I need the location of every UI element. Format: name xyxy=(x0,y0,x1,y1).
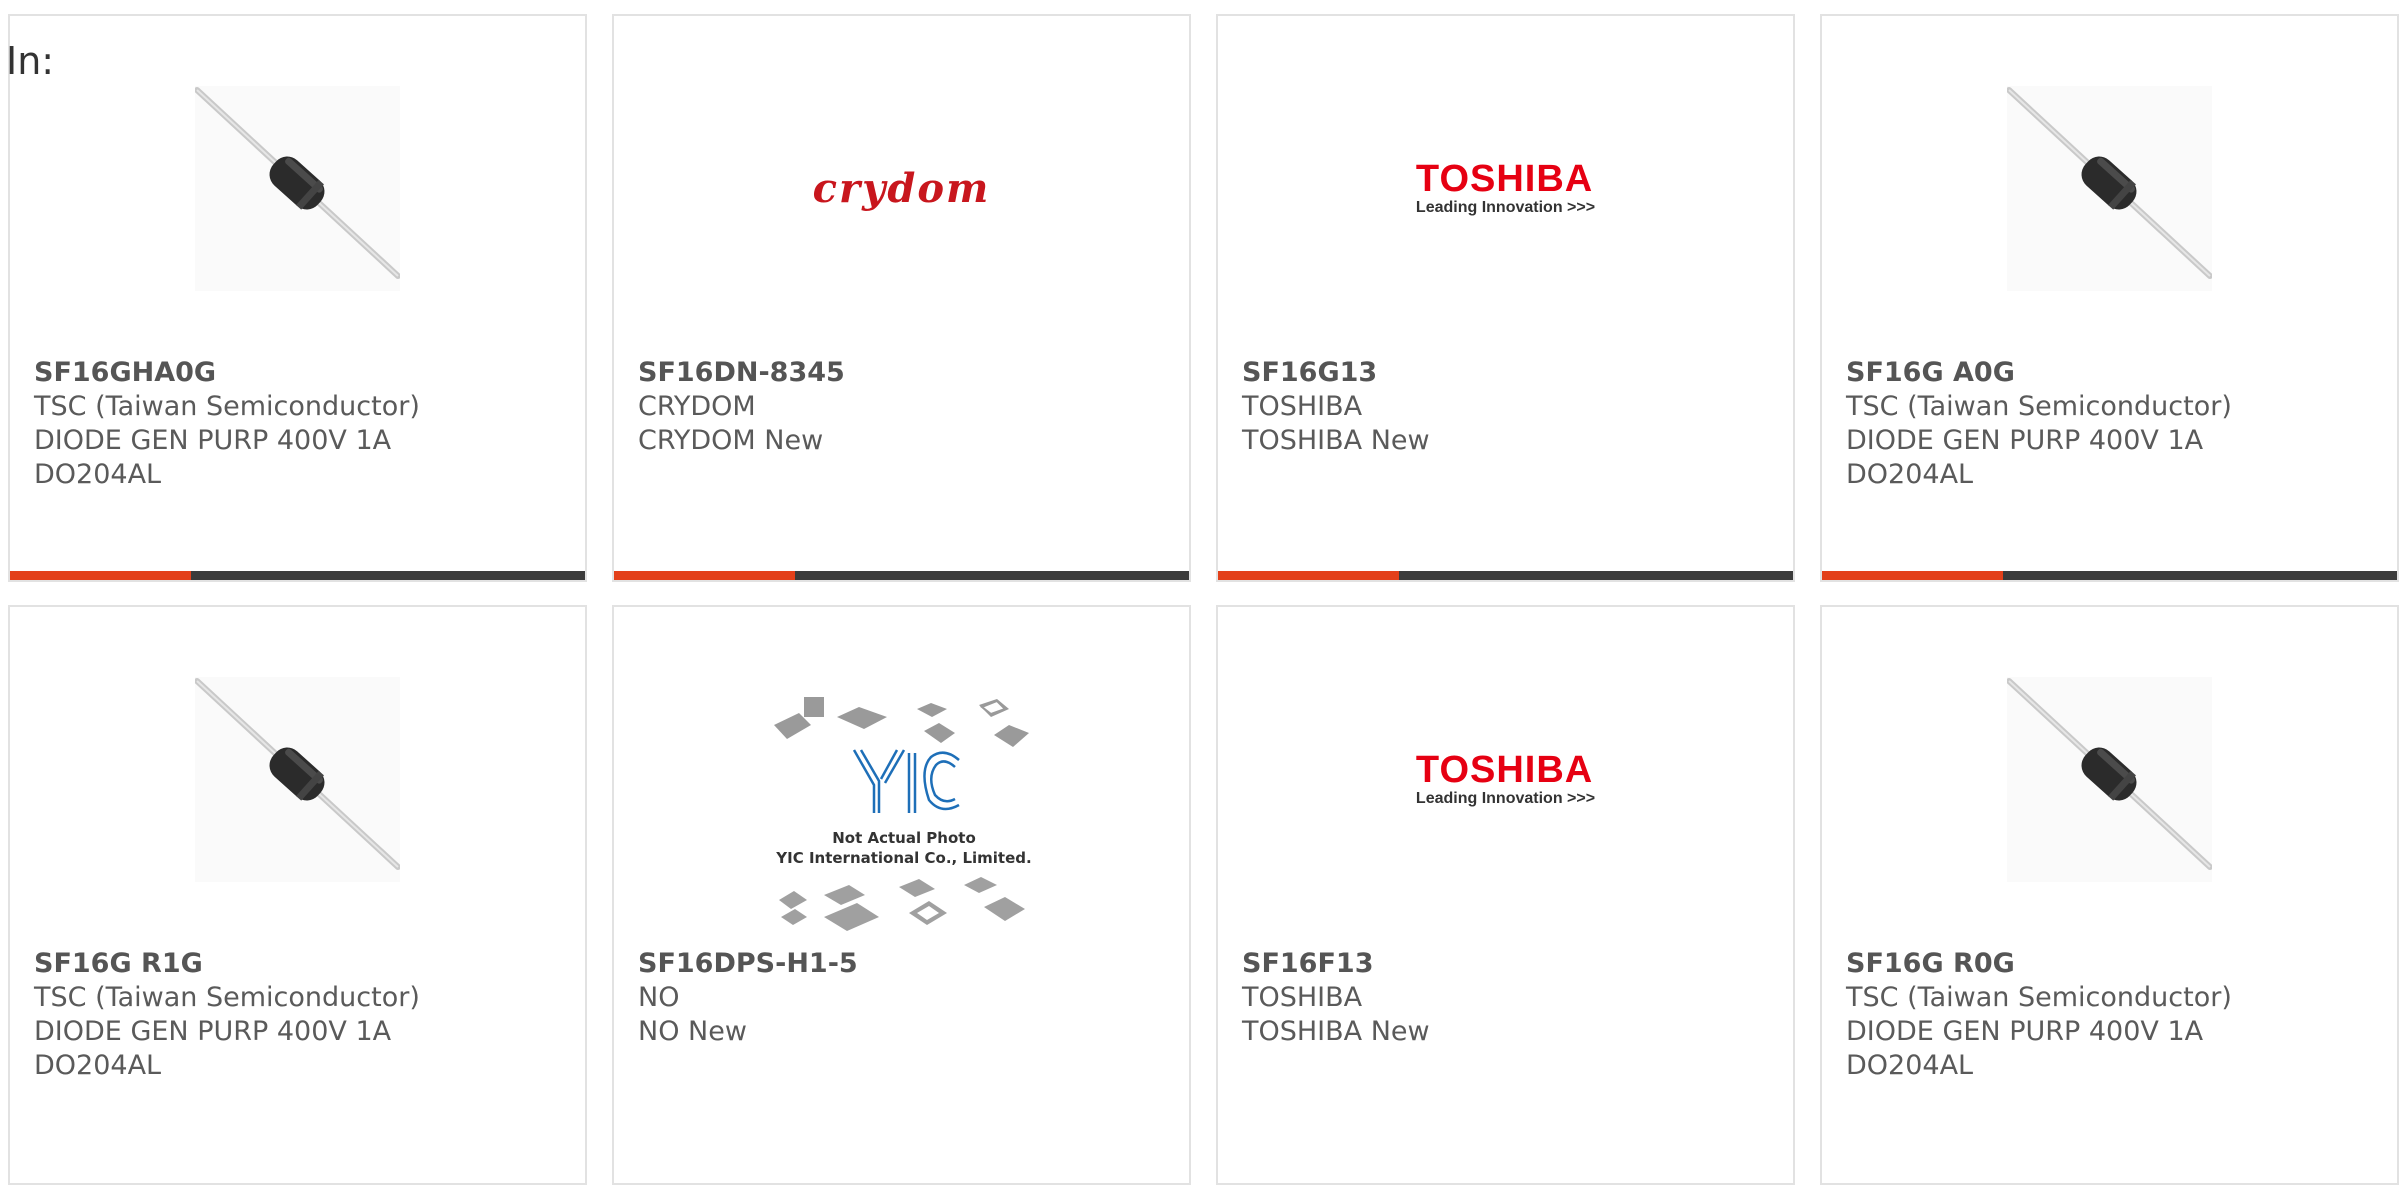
product-card[interactable]: SF16G R1G TSC (Taiwan Semiconductor) DIO… xyxy=(8,605,587,1185)
product-card[interactable]: SF16G R0G TSC (Taiwan Semiconductor) DIO… xyxy=(1820,605,2399,1185)
yic-placeholder-image: Not Actual Photo YIC International Co., … xyxy=(769,695,1039,945)
part-number: SF16G R1G xyxy=(34,948,203,979)
crydom-logo-text: crydom xyxy=(812,165,991,212)
manufacturer: TOSHIBA xyxy=(1242,982,1363,1013)
package: DO204AL xyxy=(34,459,162,490)
condition: CRYDOM New xyxy=(638,425,824,456)
crydom-logo: crydom xyxy=(799,86,1004,291)
toshiba-logo-text: TOSHIBA xyxy=(1415,157,1594,200)
diode-icon xyxy=(2007,677,2212,882)
card-details: SF16G R1G TSC (Taiwan Semiconductor) DIO… xyxy=(34,947,420,1083)
part-number: SF16DN-8345 xyxy=(638,357,845,388)
toshiba-tagline: Leading Innovation >>> xyxy=(1415,789,1596,807)
toshiba-logo: TOSHIBA Leading Innovation >>> xyxy=(1403,677,1608,882)
package: DO204AL xyxy=(1846,1050,1974,1081)
card-details: SF16F13 TOSHIBA TOSHIBA New xyxy=(1242,947,1430,1049)
card-details: SF16GHA0G TSC (Taiwan Semiconductor) DIO… xyxy=(34,356,420,492)
card-details: SF16G13 TOSHIBA TOSHIBA New xyxy=(1242,356,1430,458)
product-card[interactable]: Not Actual Photo YIC International Co., … xyxy=(612,605,1191,1185)
part-number: SF16G A0G xyxy=(1846,357,2015,388)
product-grid: SF16GHA0G TSC (Taiwan Semiconductor) DIO… xyxy=(8,14,2400,1185)
condition: NO New xyxy=(638,1016,747,1047)
card-details: SF16G A0G TSC (Taiwan Semiconductor) DIO… xyxy=(1846,356,2232,492)
manufacturer: NO xyxy=(638,982,680,1013)
card-bar xyxy=(10,571,585,580)
diode-icon xyxy=(195,86,400,291)
diode-icon xyxy=(195,677,400,882)
description: DIODE GEN PURP 400V 1A xyxy=(1846,1016,2204,1047)
manufacturer: CRYDOM xyxy=(638,391,756,422)
yic-note-line-1: Not Actual Photo xyxy=(832,829,976,847)
condition: TOSHIBA New xyxy=(1242,1016,1430,1047)
part-number: SF16F13 xyxy=(1242,948,1374,979)
part-number: SF16GHA0G xyxy=(34,357,217,388)
part-number: SF16G13 xyxy=(1242,357,1378,388)
card-details: SF16DPS-H1-5 NO NO New xyxy=(638,947,858,1049)
card-details: SF16G R0G TSC (Taiwan Semiconductor) DIO… xyxy=(1846,947,2232,1083)
diode-icon xyxy=(2007,86,2212,291)
card-bar xyxy=(1218,571,1793,580)
product-card[interactable]: SF16GHA0G TSC (Taiwan Semiconductor) DIO… xyxy=(8,14,587,582)
manufacturer: TSC (Taiwan Semiconductor) xyxy=(34,982,420,1013)
part-number: SF16DPS-H1-5 xyxy=(638,948,858,979)
package: DO204AL xyxy=(34,1050,162,1081)
description: DIODE GEN PURP 400V 1A xyxy=(34,425,392,456)
yic-note-line-2: YIC International Co., Limited. xyxy=(775,849,1031,867)
part-number: SF16G R0G xyxy=(1846,948,2015,979)
product-card[interactable]: TOSHIBA Leading Innovation >>> SF16F13 T… xyxy=(1216,605,1795,1185)
product-card[interactable]: crydom SF16DN-8345 CRYDOM CRYDOM New xyxy=(612,14,1191,582)
manufacturer: TSC (Taiwan Semiconductor) xyxy=(1846,982,2232,1013)
toshiba-logo-text: TOSHIBA xyxy=(1415,748,1594,791)
manufacturer: TSC (Taiwan Semiconductor) xyxy=(34,391,420,422)
toshiba-logo: TOSHIBA Leading Innovation >>> xyxy=(1403,86,1608,291)
package: DO204AL xyxy=(1846,459,1974,490)
filter-label: In: xyxy=(6,39,55,83)
card-bar xyxy=(1822,571,2397,580)
condition: TOSHIBA New xyxy=(1242,425,1430,456)
product-card[interactable]: SF16G A0G TSC (Taiwan Semiconductor) DIO… xyxy=(1820,14,2399,582)
description: DIODE GEN PURP 400V 1A xyxy=(34,1016,392,1047)
card-details: SF16DN-8345 CRYDOM CRYDOM New xyxy=(638,356,845,458)
card-bar xyxy=(614,571,1189,580)
manufacturer: TSC (Taiwan Semiconductor) xyxy=(1846,391,2232,422)
product-card[interactable]: TOSHIBA Leading Innovation >>> SF16G13 T… xyxy=(1216,14,1795,582)
toshiba-tagline: Leading Innovation >>> xyxy=(1415,198,1596,216)
description: DIODE GEN PURP 400V 1A xyxy=(1846,425,2204,456)
manufacturer: TOSHIBA xyxy=(1242,391,1363,422)
